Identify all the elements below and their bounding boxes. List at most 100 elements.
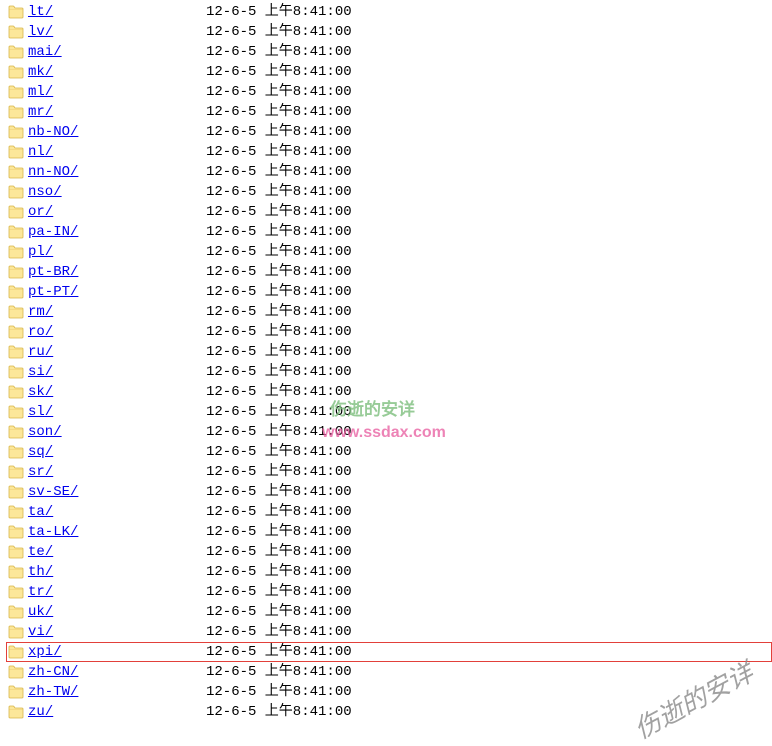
folder-link[interactable]: th/ [28, 564, 53, 580]
folder-link[interactable]: sl/ [28, 404, 53, 420]
name-column: uk/ [28, 602, 206, 622]
folder-link[interactable]: zu/ [28, 704, 53, 720]
folder-link[interactable]: son/ [28, 424, 62, 440]
date-column: 12-6-5 上午8:41:00 [206, 22, 352, 42]
folder-icon [8, 265, 24, 279]
file-row: sq/12-6-5 上午8:41:00 [8, 442, 772, 462]
date-column: 12-6-5 上午8:41:00 [206, 462, 352, 482]
name-column: mai/ [28, 42, 206, 62]
directory-listing: lt/12-6-5 上午8:41:00lv/12-6-5 上午8:41:00ma… [0, 0, 772, 722]
folder-icon [8, 325, 24, 339]
folder-icon [8, 225, 24, 239]
folder-icon [8, 625, 24, 639]
folder-link[interactable]: sq/ [28, 444, 53, 460]
file-row: ta-LK/12-6-5 上午8:41:00 [8, 522, 772, 542]
file-row: ru/12-6-5 上午8:41:00 [8, 342, 772, 362]
name-column: pt-PT/ [28, 282, 206, 302]
folder-link[interactable]: uk/ [28, 604, 53, 620]
folder-link[interactable]: xpi/ [28, 644, 62, 660]
folder-icon [8, 445, 24, 459]
name-column: mr/ [28, 102, 206, 122]
file-row: pt-BR/12-6-5 上午8:41:00 [8, 262, 772, 282]
folder-link[interactable]: mk/ [28, 64, 53, 80]
folder-icon [8, 305, 24, 319]
date-column: 12-6-5 上午8:41:00 [206, 102, 352, 122]
folder-link[interactable]: ro/ [28, 324, 53, 340]
folder-link[interactable]: pt-PT/ [28, 284, 78, 300]
date-column: 12-6-5 上午8:41:00 [206, 282, 352, 302]
folder-link[interactable]: zh-TW/ [28, 684, 78, 700]
folder-icon [8, 545, 24, 559]
folder-link[interactable]: te/ [28, 544, 53, 560]
folder-link[interactable]: lt/ [28, 4, 53, 20]
folder-icon [8, 405, 24, 419]
folder-icon [8, 145, 24, 159]
folder-icon [8, 185, 24, 199]
folder-icon [8, 5, 24, 19]
file-row: lv/12-6-5 上午8:41:00 [8, 22, 772, 42]
name-column: sk/ [28, 382, 206, 402]
date-column: 12-6-5 上午8:41:00 [206, 182, 352, 202]
date-column: 12-6-5 上午8:41:00 [206, 162, 352, 182]
folder-link[interactable]: sk/ [28, 384, 53, 400]
folder-link[interactable]: lv/ [28, 24, 53, 40]
file-row: tr/12-6-5 上午8:41:00 [8, 582, 772, 602]
folder-link[interactable]: pa-IN/ [28, 224, 78, 240]
folder-icon [8, 165, 24, 179]
name-column: si/ [28, 362, 206, 382]
folder-link[interactable]: pt-BR/ [28, 264, 78, 280]
folder-icon [8, 705, 24, 719]
file-row: ro/12-6-5 上午8:41:00 [8, 322, 772, 342]
folder-link[interactable]: ta-LK/ [28, 524, 78, 540]
folder-link[interactable]: nl/ [28, 144, 53, 160]
folder-link[interactable]: nn-NO/ [28, 164, 78, 180]
date-column: 12-6-5 上午8:41:00 [206, 702, 352, 722]
name-column: pt-BR/ [28, 262, 206, 282]
folder-icon [8, 85, 24, 99]
name-column: sr/ [28, 462, 206, 482]
file-row: pa-IN/12-6-5 上午8:41:00 [8, 222, 772, 242]
folder-link[interactable]: ml/ [28, 84, 53, 100]
folder-icon [8, 485, 24, 499]
date-column: 12-6-5 上午8:41:00 [206, 642, 352, 662]
file-row: ta/12-6-5 上午8:41:00 [8, 502, 772, 522]
folder-link[interactable]: sr/ [28, 464, 53, 480]
folder-link[interactable]: nb-NO/ [28, 124, 78, 140]
file-row: mr/12-6-5 上午8:41:00 [8, 102, 772, 122]
folder-link[interactable]: nso/ [28, 184, 62, 200]
folder-link[interactable]: pl/ [28, 244, 53, 260]
folder-link[interactable]: rm/ [28, 304, 53, 320]
folder-icon [8, 345, 24, 359]
date-column: 12-6-5 上午8:41:00 [206, 122, 352, 142]
folder-link[interactable]: or/ [28, 204, 53, 220]
name-column: te/ [28, 542, 206, 562]
folder-link[interactable]: ru/ [28, 344, 53, 360]
folder-link[interactable]: vi/ [28, 624, 53, 640]
folder-link[interactable]: mr/ [28, 104, 53, 120]
date-column: 12-6-5 上午8:41:00 [206, 582, 352, 602]
date-column: 12-6-5 上午8:41:00 [206, 202, 352, 222]
name-column: lv/ [28, 22, 206, 42]
folder-link[interactable]: sv-SE/ [28, 484, 78, 500]
name-column: vi/ [28, 622, 206, 642]
folder-link[interactable]: mai/ [28, 44, 62, 60]
file-row: sv-SE/12-6-5 上午8:41:00 [8, 482, 772, 502]
date-column: 12-6-5 上午8:41:00 [206, 142, 352, 162]
folder-icon [8, 465, 24, 479]
name-column: zh-CN/ [28, 662, 206, 682]
name-column: ro/ [28, 322, 206, 342]
name-column: sq/ [28, 442, 206, 462]
file-row: sl/12-6-5 上午8:41:00 [8, 402, 772, 422]
name-column: th/ [28, 562, 206, 582]
folder-link[interactable]: tr/ [28, 584, 53, 600]
file-row: son/12-6-5 上午8:41:00 [8, 422, 772, 442]
date-column: 12-6-5 上午8:41:00 [206, 662, 352, 682]
folder-link[interactable]: zh-CN/ [28, 664, 78, 680]
file-row: or/12-6-5 上午8:41:00 [8, 202, 772, 222]
folder-link[interactable]: ta/ [28, 504, 53, 520]
date-column: 12-6-5 上午8:41:00 [206, 402, 352, 422]
folder-icon [8, 365, 24, 379]
folder-link[interactable]: si/ [28, 364, 53, 380]
folder-icon [8, 605, 24, 619]
file-row: nb-NO/12-6-5 上午8:41:00 [8, 122, 772, 142]
